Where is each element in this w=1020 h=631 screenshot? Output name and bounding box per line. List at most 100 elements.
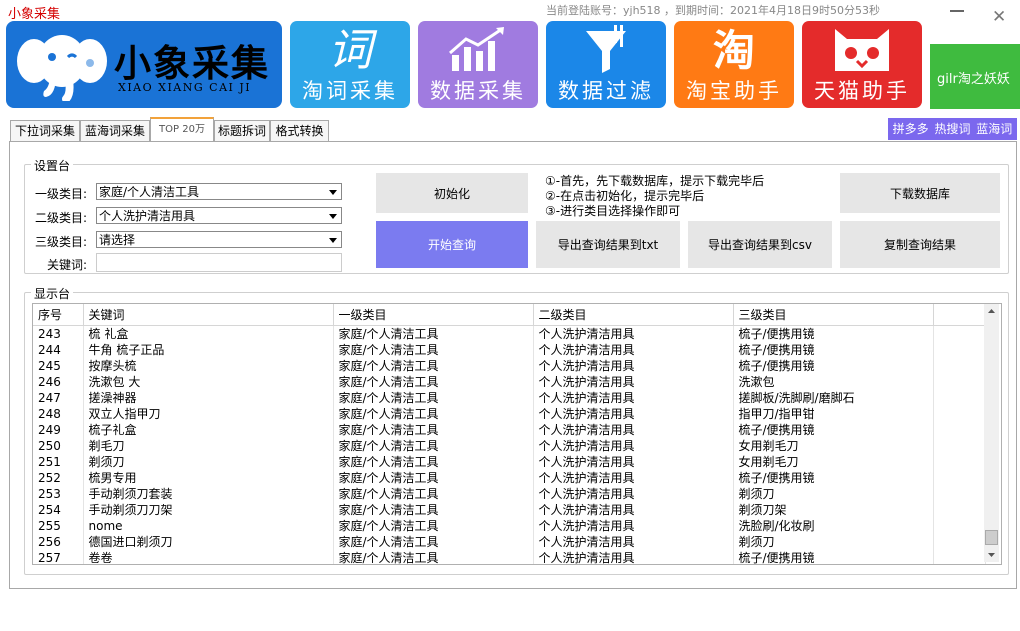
table-cell-empty	[933, 454, 986, 470]
column-header-level3[interactable]: 三级类目	[733, 304, 934, 326]
tile-label: 数据采集	[430, 79, 526, 103]
level3-select-value: 请选择	[99, 233, 136, 247]
table-cell-empty	[933, 518, 986, 534]
table-cell: 256	[33, 534, 84, 550]
results-table-container[interactable]: 序号 关键词 一级类目 二级类目 三级类目 243 梳 礼盒 家庭/个人清洁工具 个人…	[32, 303, 1002, 565]
column-header-index[interactable]: 序号	[33, 304, 84, 326]
tile-taobao-helper[interactable]: 淘 淘宝助手	[674, 21, 794, 108]
table-cell: 个人洗护清洁用具	[533, 534, 734, 550]
export-csv-button[interactable]: 导出查询结果到csv	[688, 221, 832, 268]
table-row[interactable]: 256 德国进口剃须刀 家庭/个人清洁工具 个人洗护清洁用具 剃须刀	[33, 534, 986, 550]
table-row[interactable]: 247 搓澡神器 家庭/个人清洁工具 个人洗护清洁用具 搓脚板/洗脚刷/磨脚石	[33, 390, 986, 406]
tile-data-collect[interactable]: 数据采集	[418, 21, 538, 108]
logo-tile: 小象采集 XIAO XIANG CAI JI	[6, 21, 282, 108]
table-cell: 家庭/个人清洁工具	[333, 550, 534, 564]
export-txt-button[interactable]: 导出查询结果到txt	[536, 221, 680, 268]
table-cell-empty	[933, 406, 986, 422]
table-cell: 251	[33, 454, 84, 470]
table-row[interactable]: 255 nome 家庭/个人清洁工具 个人洗护清洁用具 洗脸刷/化妆刷	[33, 518, 986, 534]
table-cell-empty	[933, 470, 986, 486]
table-cell: 个人洗护清洁用具	[533, 390, 734, 406]
taobao-glyph-icon: 淘	[712, 26, 755, 75]
table-cell-empty	[933, 550, 986, 564]
table-cell-empty	[933, 422, 986, 438]
table-cell: 家庭/个人清洁工具	[333, 374, 534, 390]
scroll-thumb[interactable]	[985, 530, 998, 545]
table-row[interactable]: 243 梳 礼盒 家庭/个人清洁工具 个人洗护清洁用具 梳子/便携用镜	[33, 325, 986, 342]
tab-blue-ocean-words[interactable]: 蓝海词采集	[80, 120, 150, 141]
scroll-down-icon[interactable]	[984, 547, 999, 562]
table-row[interactable]: 252 梳男专用 家庭/个人清洁工具 个人洗护清洁用具 梳子/便携用镜	[33, 470, 986, 486]
tile-data-filter[interactable]: 数据过滤	[546, 21, 666, 108]
table-cell: 家庭/个人清洁工具	[333, 390, 534, 406]
table-cell: 255	[33, 518, 84, 534]
word-glyph-icon: 词	[328, 25, 372, 76]
init-button[interactable]: 初始化	[376, 173, 528, 213]
tab-title-split[interactable]: 标题拆词	[214, 120, 270, 141]
table-row[interactable]: 249 梳子礼盒 家庭/个人清洁工具 个人洗护清洁用具 梳子/便携用镜	[33, 422, 986, 438]
table-cell: 剃须刀	[733, 486, 934, 502]
app-title: 小象采集	[8, 7, 61, 22]
chevron-down-icon	[329, 238, 337, 243]
table-scrollbar[interactable]	[984, 304, 999, 562]
table-row[interactable]: 257 卷卷 家庭/个人清洁工具 个人洗护清洁用具 梳子/便携用镜	[33, 550, 986, 564]
table-row[interactable]: 253 手动剃须刀套装 家庭/个人清洁工具 个人洗护清洁用具 剃须刀	[33, 486, 986, 502]
table-cell: 家庭/个人清洁工具	[333, 470, 534, 486]
level1-select[interactable]: 家庭/个人清洁工具	[96, 183, 342, 200]
tile-taoci-collect[interactable]: 词 淘词采集	[290, 21, 410, 108]
tile-label: 淘宝助手	[686, 79, 782, 103]
tab-format-convert[interactable]: 格式转换	[270, 120, 329, 141]
table-row[interactable]: 244 牛角 梳子正品 家庭/个人清洁工具 个人洗护清洁用具 梳子/便携用镜	[33, 342, 986, 358]
close-button[interactable]: ✕	[992, 9, 1006, 26]
tmall-cat-icon	[802, 25, 922, 78]
table-cell: 个人洗护清洁用具	[533, 342, 734, 358]
table-cell: 剃毛刀	[83, 438, 334, 454]
table-row[interactable]: 245 按摩头梳 家庭/个人清洁工具 个人洗护清洁用具 梳子/便携用镜	[33, 358, 986, 374]
results-table: 序号 关键词 一级类目 二级类目 三级类目 243 梳 礼盒 家庭/个人清洁工具 个人…	[33, 304, 986, 564]
column-header-level2[interactable]: 二级类目	[533, 304, 734, 326]
column-header-keyword[interactable]: 关键词	[83, 304, 334, 326]
table-cell: 指甲刀/指甲钳	[733, 406, 934, 422]
table-cell-empty	[933, 390, 986, 406]
table-cell: 个人洗护清洁用具	[533, 325, 734, 342]
table-cell-empty	[933, 325, 986, 342]
table-cell: 家庭/个人清洁工具	[333, 342, 534, 358]
level2-label: 二级类目:	[34, 211, 87, 225]
copy-results-button[interactable]: 复制查询结果	[840, 221, 1000, 268]
start-query-button[interactable]: 开始查询	[376, 221, 528, 268]
tab-dropdown-words[interactable]: 下拉词采集	[10, 120, 80, 141]
tab-top-200k[interactable]: TOP 20万	[150, 117, 214, 143]
table-row[interactable]: 251 剃须刀 家庭/个人清洁工具 个人洗护清洁用具 女用剃毛刀	[33, 454, 986, 470]
table-cell: 梳 礼盒	[83, 325, 334, 342]
table-row[interactable]: 248 双立人指甲刀 家庭/个人清洁工具 个人洗护清洁用具 指甲刀/指甲钳	[33, 406, 986, 422]
keyword-input[interactable]	[96, 253, 342, 272]
table-cell: 梳子/便携用镜	[733, 470, 934, 486]
column-header-level1[interactable]: 一级类目	[333, 304, 534, 326]
table-cell: 家庭/个人清洁工具	[333, 454, 534, 470]
table-cell: 个人洗护清洁用具	[533, 438, 734, 454]
level2-select[interactable]: 个人洗护清洁用具	[96, 207, 342, 224]
table-row[interactable]: 254 手动剃须刀刀架 家庭/个人清洁工具 个人洗护清洁用具 剃须刀架	[33, 502, 986, 518]
table-cell: 家庭/个人清洁工具	[333, 406, 534, 422]
side-tile[interactable]: gilr淘之妖妖	[930, 44, 1020, 109]
table-cell: 剃须刀	[733, 534, 934, 550]
table-row[interactable]: 246 洗漱包 大家庭/个人清洁工具 个人洗护清洁用具 洗漱包	[33, 374, 986, 390]
level3-select[interactable]: 请选择	[96, 231, 342, 248]
table-cell: 245	[33, 358, 84, 374]
table-cell: 243	[33, 325, 84, 342]
minimize-button[interactable]	[950, 10, 964, 12]
table-row[interactable]: 250 剃毛刀 家庭/个人清洁工具 个人洗护清洁用具 女用剃毛刀	[33, 438, 986, 454]
side-tile-label: gilr淘之妖妖	[937, 72, 1010, 87]
tile-label: 数据过滤	[558, 79, 654, 103]
tile-tmall-helper[interactable]: 天猫助手	[802, 21, 922, 108]
table-cell: 249	[33, 422, 84, 438]
table-cell-empty	[933, 342, 986, 358]
level1-select-value: 家庭/个人清洁工具	[99, 185, 200, 199]
table-cell: 家庭/个人清洁工具	[333, 518, 534, 534]
scroll-up-icon[interactable]	[984, 304, 999, 319]
purple-links[interactable]: 拼多多 热搜词 蓝海词	[888, 118, 1017, 140]
table-cell: 个人洗护清洁用具	[533, 406, 734, 422]
download-db-button[interactable]: 下载数据库	[840, 173, 1000, 213]
table-cell: 双立人指甲刀	[83, 406, 334, 422]
instruction-step-3: ③-进行类目选择操作即可	[545, 204, 681, 218]
